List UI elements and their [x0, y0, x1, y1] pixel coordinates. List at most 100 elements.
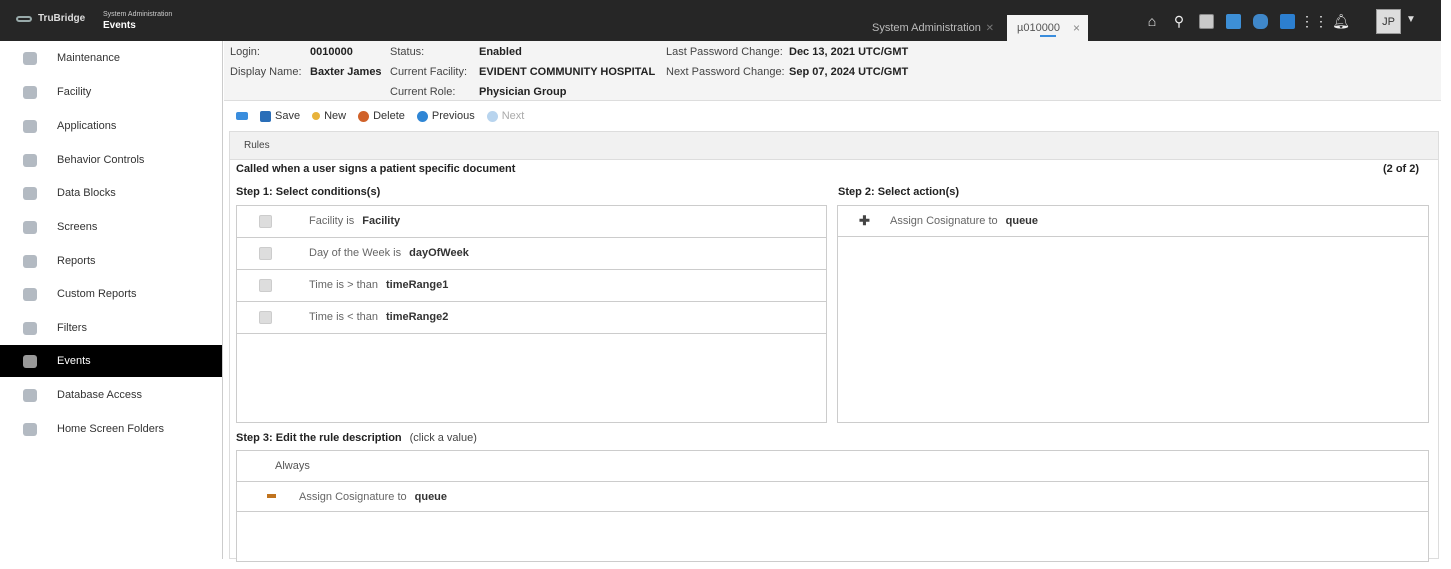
apps-grid-icon[interactable]: ⋮⋮ [1300, 11, 1328, 31]
tab-user[interactable]: µ010000 × [1007, 15, 1088, 41]
condition-value: Facility [362, 215, 401, 227]
rules-header: Rules [230, 132, 1438, 160]
step3-hint: (click a value) [409, 432, 477, 444]
sidebar-item-events[interactable]: Events [0, 345, 222, 377]
checklist-icon[interactable] [1196, 11, 1216, 31]
sidebar-item-custom-reports[interactable]: Custom Reports [0, 278, 222, 310]
brand-mark-icon [16, 15, 32, 22]
back-button[interactable] [236, 112, 248, 120]
tab-label: System Administration [872, 22, 981, 34]
home-icon[interactable]: ⌂ [1142, 11, 1162, 31]
app-subtitle: System Administration [103, 11, 173, 18]
display-name-value: Baxter James [310, 66, 382, 78]
list-item[interactable]: ✚ Assign Cosignature to queue [838, 206, 1428, 237]
current-facility-label: Current Facility: [390, 66, 468, 78]
facility-icon [23, 85, 37, 99]
applications-icon [23, 119, 37, 133]
page-title: Events [103, 20, 136, 31]
condition-value: dayOfWeek [409, 247, 469, 259]
condition-value: timeRange2 [385, 311, 449, 323]
sidebar-item-label: Filters [57, 322, 87, 334]
list-item[interactable]: Time is < than timeRange2 [237, 302, 826, 334]
conditions-list: Facility is Facility Day of the Week is da… [236, 205, 827, 423]
top-bar: TruBridge System Administration Events S… [0, 0, 1441, 41]
sidebar-item-reports[interactable]: Reports [0, 245, 222, 277]
last-password-change-label: Last Password Change: [666, 46, 783, 58]
new-button[interactable]: New [312, 110, 346, 122]
add-icon[interactable]: ✚ [859, 213, 870, 229]
table-icon[interactable] [1223, 11, 1243, 31]
condition-checkbox[interactable] [259, 279, 272, 292]
step2-heading: Step 2: Select action(s) [838, 186, 960, 198]
brand-logo[interactable]: TruBridge [16, 13, 85, 24]
condition-text: Facility is Facility [309, 215, 401, 227]
condition-checkbox[interactable] [259, 311, 272, 324]
sidebar-item-label: Maintenance [57, 52, 120, 64]
sidebar-item-label: Custom Reports [57, 288, 137, 300]
sidebar-item-label: Applications [57, 120, 117, 132]
database-icon[interactable] [1250, 11, 1270, 31]
top-icon-bar: ⌂ ⚲ ⋮⋮ 🔔︎ [1142, 11, 1351, 31]
events-icon [23, 354, 37, 368]
sidebar-item-home-screen-folders[interactable]: Home Screen Folders [0, 413, 222, 445]
sidebar: Maintenance Facility Applications Behavi… [0, 41, 223, 559]
status-value: Enabled [479, 46, 522, 58]
condition-checkbox[interactable] [259, 247, 272, 260]
bell-icon[interactable]: 🔔︎ [1331, 11, 1351, 31]
close-icon[interactable]: × [1073, 21, 1080, 35]
save-button[interactable]: Save [260, 110, 300, 122]
sidebar-item-filters[interactable]: Filters [0, 312, 222, 344]
brand-name: TruBridge [38, 13, 86, 24]
list-item[interactable]: Day of the Week is dayOfWeek [237, 238, 826, 270]
toolbar: Save New Delete Previous Next [236, 107, 536, 125]
sidebar-item-applications[interactable]: Applications [0, 110, 222, 142]
list-item[interactable]: Time is > than timeRange1 [237, 270, 826, 302]
rule-title: Called when a user signs a patient speci… [236, 163, 516, 175]
screens-icon [23, 220, 37, 234]
avatar[interactable]: JP [1376, 9, 1401, 34]
list-item[interactable]: Assign Cosignature to queue [237, 482, 1428, 512]
sidebar-item-data-blocks[interactable]: Data Blocks [0, 177, 222, 209]
chevron-down-icon[interactable]: ▼ [1406, 14, 1416, 25]
sidebar-item-facility[interactable]: Facility [0, 76, 222, 108]
sidebar-item-label: Reports [57, 255, 96, 267]
delete-button[interactable]: Delete [358, 110, 405, 122]
sidebar-item-label: Home Screen Folders [57, 423, 164, 435]
search-icon[interactable]: ⚲ [1169, 11, 1189, 31]
remove-icon[interactable] [267, 494, 276, 498]
close-icon[interactable]: ✕ [986, 23, 994, 34]
next-label: Next [501, 110, 525, 122]
login-value: 0010000 [310, 46, 353, 58]
edit-window-icon[interactable] [1277, 11, 1297, 31]
login-label: Login: [230, 46, 260, 58]
sidebar-item-label: Events [57, 355, 91, 367]
list-item: Always [237, 451, 1428, 482]
status-label: Status: [390, 46, 425, 58]
condition-text: Time is > than timeRange1 [309, 279, 449, 291]
condition-checkbox[interactable] [259, 215, 272, 228]
current-role-label: Current Role: [390, 86, 456, 98]
reports-icon [23, 254, 37, 268]
previous-button[interactable]: Previous [416, 110, 475, 122]
action-text: Assign Cosignature to queue [890, 215, 1039, 227]
display-name-label: Display Name: [230, 66, 302, 78]
sidebar-item-screens[interactable]: Screens [0, 211, 222, 243]
description-action-value-link[interactable]: queue [415, 491, 447, 503]
next-button[interactable]: Next [486, 110, 525, 122]
home-folders-icon [23, 422, 37, 436]
rules-header-label: Rules [244, 140, 270, 151]
back-arrow-icon [236, 112, 248, 120]
sidebar-item-database-access[interactable]: Database Access [0, 379, 222, 411]
tab-system-administration[interactable]: System Administration ✕ [862, 15, 1002, 41]
filter-icon [23, 321, 37, 335]
sidebar-item-behavior-controls[interactable]: Behavior Controls [0, 144, 222, 176]
sidebar-item-maintenance[interactable]: Maintenance [0, 42, 222, 74]
description-action-text: Assign Cosignature to queue [299, 491, 448, 503]
save-label: Save [275, 110, 301, 122]
delete-icon [358, 110, 370, 122]
current-facility-value: EVIDENT COMMUNITY HOSPITAL [479, 66, 656, 78]
app-title: System Administration Events [103, 9, 172, 31]
list-item[interactable]: Facility is Facility [237, 206, 826, 238]
current-role-value: Physician Group [479, 86, 567, 98]
condition-value: timeRange1 [385, 279, 449, 291]
